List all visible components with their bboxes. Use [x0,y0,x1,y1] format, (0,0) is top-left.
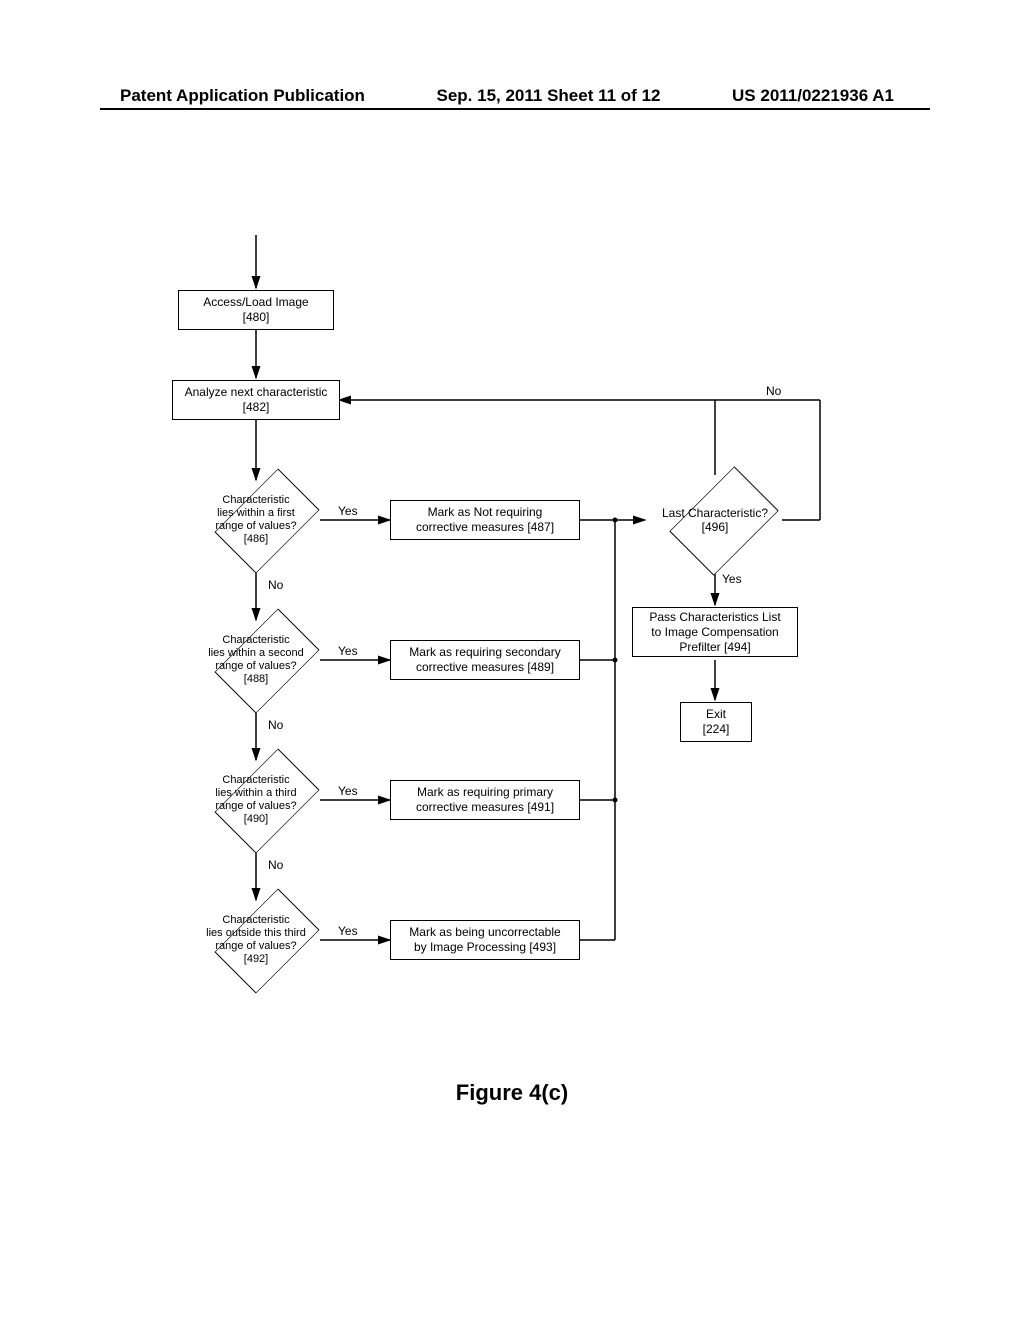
node-text: range of values? [215,940,296,953]
node-ref: corrective measures [487] [416,520,554,535]
node-text: range of values? [215,800,296,813]
decision-second-range-488: Characteristic lies within a second rang… [192,620,320,700]
node-text: Characteristic [222,914,289,927]
edge-yes: Yes [722,572,742,586]
node-ref: [482] [243,400,270,415]
box-mark-primary-491: Mark as requiring primary corrective mea… [390,780,580,820]
node-ref: [490] [244,813,268,826]
node-text: range of values? [215,660,296,673]
box-mark-not-req-487: Mark as Not requiring corrective measure… [390,500,580,540]
node-text: Characteristic [222,634,289,647]
edge-no: No [268,578,283,592]
node-text: lies within a third [215,787,296,800]
node-text: Mark as Not requiring [428,505,543,520]
decision-first-range-486: Characteristic lies within a first range… [192,480,320,560]
node-text: Pass Characteristics List [649,610,780,625]
doc-header: Patent Application Publication Sep. 15, … [0,86,1024,106]
node-text: lies within a first [217,507,295,520]
header-rule [100,108,930,110]
edge-yes: Yes [338,504,358,518]
node-ref: by Image Processing [493] [414,940,556,955]
node-text: Mark as being uncorrectable [409,925,560,940]
box-mark-uncorrectable-493: Mark as being uncorrectable by Image Pro… [390,920,580,960]
node-text: Mark as requiring secondary [409,645,560,660]
node-ref: Prefilter [494] [679,640,750,655]
node-ref: [488] [244,673,268,686]
edge-no: No [268,718,283,732]
node-ref: [486] [244,533,268,546]
edge-no: No [268,858,283,872]
node-ref: corrective measures [489] [416,660,554,675]
header-left: Patent Application Publication [120,86,365,106]
header-middle: Sep. 15, 2011 Sheet 11 of 12 [437,86,661,106]
node-text: Mark as requiring primary [417,785,553,800]
edge-yes: Yes [338,644,358,658]
box-mark-secondary-489: Mark as requiring secondary corrective m… [390,640,580,680]
box-access-load-480: Access/Load Image [480] [178,290,334,330]
node-ref: corrective measures [491] [416,800,554,815]
figure-label: Figure 4(c) [0,1080,1024,1106]
node-text: lies outside this third [206,927,306,940]
node-text: lies within a second [208,647,303,660]
header-right: US 2011/0221936 A1 [732,86,894,106]
node-text: range of values? [215,520,296,533]
box-pass-list-494: Pass Characteristics List to Image Compe… [632,607,798,657]
node-ref: [492] [244,953,268,966]
box-analyze-482: Analyze next characteristic [482] [172,380,340,420]
node-ref: [224] [703,722,730,737]
edge-no: No [766,384,781,398]
edge-yes: Yes [338,924,358,938]
node-text: Analyze next characteristic [185,385,328,400]
edge-yes: Yes [338,784,358,798]
node-text: to Image Compensation [651,625,778,640]
node-ref: [480] [243,310,270,325]
node-text: Characteristic [222,494,289,507]
node-text: Access/Load Image [203,295,308,310]
node-text: Exit [706,707,726,722]
box-exit-224: Exit [224] [680,702,752,742]
node-text: Last Characteristic? [662,506,768,520]
page: Patent Application Publication Sep. 15, … [0,0,1024,1320]
decision-third-range-490: Characteristic lies within a third range… [192,760,320,840]
decision-outside-range-492: Characteristic lies outside this third r… [192,900,320,980]
node-ref: [496] [702,520,729,534]
node-text: Characteristic [222,774,289,787]
decision-last-characteristic-496: Last Characteristic? [496] [648,477,782,563]
